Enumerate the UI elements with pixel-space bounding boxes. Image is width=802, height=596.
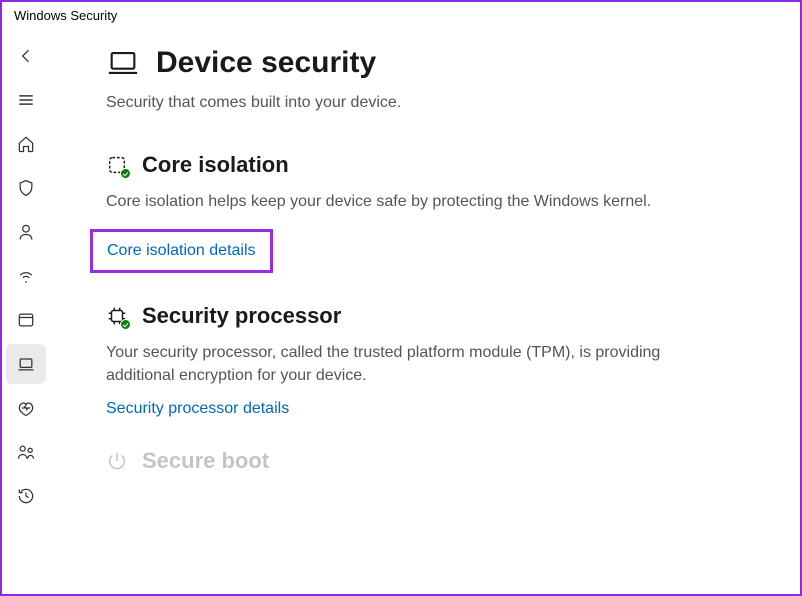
annotation-highlight: Core isolation details (90, 229, 273, 273)
core-isolation-icon (106, 154, 128, 176)
power-icon (106, 450, 128, 472)
back-button[interactable] (6, 36, 46, 76)
section-core-isolation: Core isolation Core isolation helps keep… (106, 152, 760, 273)
security-processor-desc: Your security processor, called the trus… (106, 341, 666, 387)
nav-virus-threat[interactable] (6, 168, 46, 208)
core-isolation-desc: Core isolation helps keep your device sa… (106, 190, 666, 213)
heart-pulse-icon (16, 398, 36, 418)
core-isolation-details-link[interactable]: Core isolation details (107, 242, 256, 260)
page-title: Device security (156, 46, 376, 80)
people-icon (16, 442, 36, 462)
hamburger-icon (16, 90, 36, 110)
window-icon (16, 310, 36, 330)
main-content: Device security Security that comes buil… (50, 32, 800, 594)
laptop-icon (16, 354, 36, 374)
person-icon (16, 222, 36, 242)
menu-button[interactable] (6, 80, 46, 120)
laptop-icon (106, 46, 140, 80)
nav-account-protection[interactable] (6, 212, 46, 252)
security-processor-details-link[interactable]: Security processor details (106, 400, 289, 418)
chip-icon (106, 305, 128, 327)
shield-icon (16, 178, 36, 198)
section-security-processor: Security processor Your security process… (106, 303, 760, 417)
nav-device-security[interactable] (6, 344, 46, 384)
section-secure-boot: Secure boot (106, 448, 760, 474)
nav-home[interactable] (6, 124, 46, 164)
secure-boot-title: Secure boot (142, 448, 269, 474)
signal-icon (16, 266, 36, 286)
home-icon (16, 134, 36, 154)
window-title: Windows Security (2, 2, 800, 32)
nav-firewall[interactable] (6, 256, 46, 296)
page-subtitle: Security that comes built into your devi… (106, 94, 760, 112)
nav-history[interactable] (6, 476, 46, 516)
status-ok-badge (120, 168, 131, 179)
nav-device-performance[interactable] (6, 388, 46, 428)
nav-family[interactable] (6, 432, 46, 472)
core-isolation-title: Core isolation (142, 152, 289, 178)
nav-app-browser[interactable] (6, 300, 46, 340)
arrow-left-icon (16, 46, 36, 66)
history-icon (16, 486, 36, 506)
security-processor-title: Security processor (142, 303, 341, 329)
status-ok-badge (120, 319, 131, 330)
sidebar (2, 32, 50, 594)
